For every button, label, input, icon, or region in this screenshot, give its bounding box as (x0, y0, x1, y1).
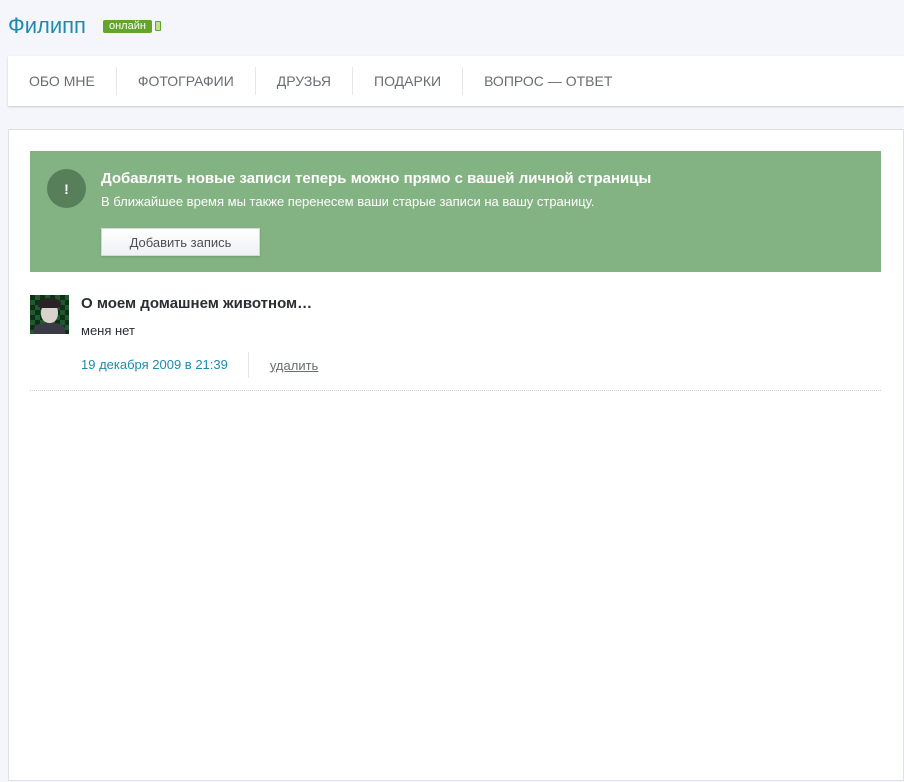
tab-questions-answers[interactable]: ВОПРОС — ОТВЕТ (462, 67, 633, 95)
exclamation-icon: ! (47, 169, 86, 208)
profile-header: Филипп онлайн (8, 8, 161, 44)
add-post-button[interactable]: Добавить запись (101, 228, 260, 256)
profile-name[interactable]: Филипп (8, 15, 86, 37)
post-date[interactable]: 19 декабря 2009 в 21:39 (81, 352, 249, 378)
online-status: онлайн (102, 19, 161, 33)
tab-gifts[interactable]: ПОДАРКИ (352, 67, 462, 95)
post-item: О моем домашнем животном… меня нет 19 де… (30, 295, 881, 391)
post-meta: 19 декабря 2009 в 21:39 удалить (81, 352, 318, 378)
content-panel: ! Добавлять новые записи теперь можно пр… (8, 129, 904, 781)
notice-banner: ! Добавлять новые записи теперь можно пр… (30, 151, 881, 272)
delete-link[interactable]: удалить (270, 358, 318, 373)
tab-friends[interactable]: ДРУЗЬЯ (254, 67, 352, 95)
notice-text: В ближайшее время мы также перенесем ваш… (101, 194, 595, 209)
mobile-phone-icon (154, 21, 161, 31)
notice-title: Добавлять новые записи теперь можно прям… (101, 170, 652, 187)
tab-photos[interactable]: ФОТОГРАФИИ (115, 67, 255, 95)
tab-about[interactable]: ОБО МНЕ (8, 67, 116, 95)
post-title[interactable]: О моем домашнем животном… (81, 295, 312, 312)
post-body: меня нет (81, 323, 135, 338)
avatar[interactable] (30, 295, 69, 334)
profile-tabs: ОБО МНЕ ФОТОГРАФИИ ДРУЗЬЯ ПОДАРКИ ВОПРОС… (8, 56, 904, 106)
online-badge: онлайн (102, 19, 152, 33)
